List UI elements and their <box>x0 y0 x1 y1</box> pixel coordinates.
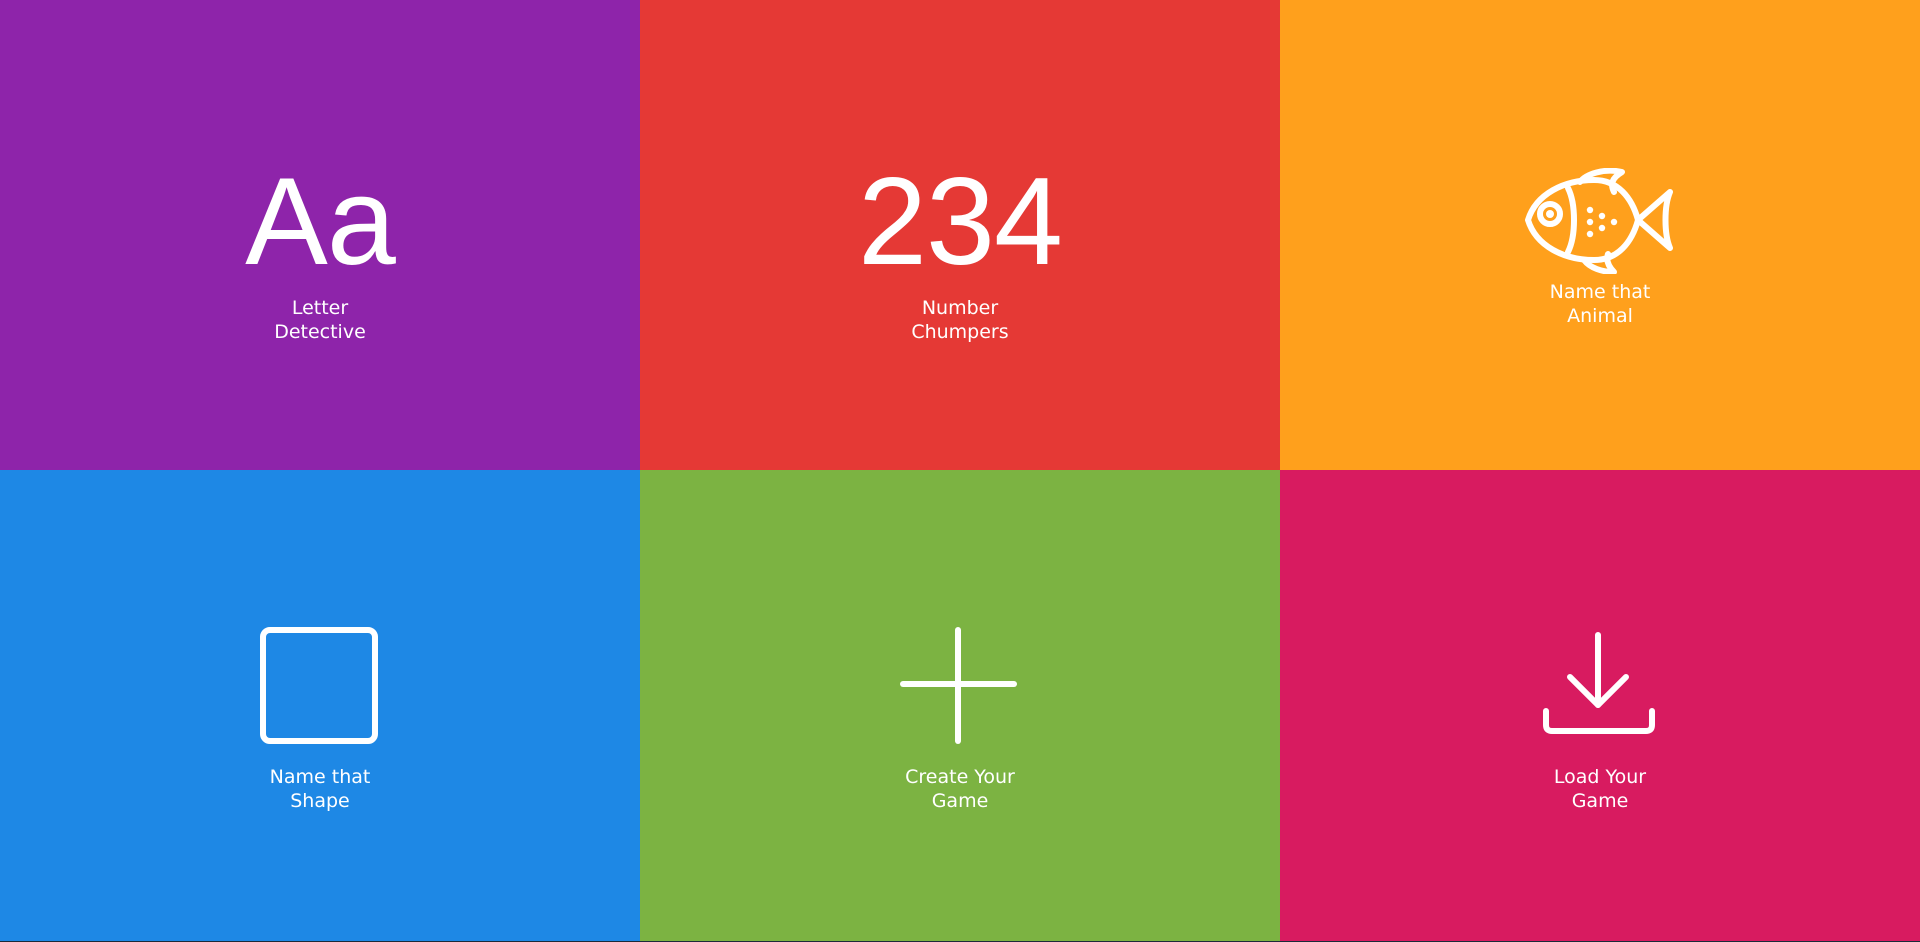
plus-icon <box>900 627 1020 745</box>
name-that-shape-label: Name that Shape <box>269 766 371 812</box>
load-your-game-label: Load Your Game <box>1553 766 1647 812</box>
name-that-animal-label: Name that Animal <box>1549 281 1651 327</box>
square-icon <box>260 627 380 745</box>
create-your-game-tile[interactable]: Create Your Game <box>640 470 1280 941</box>
number-glyph: 234 <box>858 153 1063 291</box>
letter-detective-label: Letter Detective <box>274 297 366 343</box>
name-that-animal-tile[interactable]: Name that Animal <box>1280 0 1920 470</box>
name-that-shape-tile[interactable]: Name that Shape <box>0 470 640 941</box>
letter-detective-tile[interactable]: Aa Letter Detective <box>0 0 640 470</box>
letter-glyph: Aa <box>245 153 396 291</box>
load-your-game-tile[interactable]: Load Your Game <box>1280 470 1920 941</box>
fish-icon <box>1524 168 1676 274</box>
download-icon <box>1540 627 1660 745</box>
create-your-game-label: Create Your Game <box>905 766 1015 812</box>
game-menu-grid: Aa Letter Detective 234 Number Chumpers <box>0 0 1920 941</box>
number-chumpers-tile[interactable]: 234 Number Chumpers <box>640 0 1280 470</box>
number-chumpers-label: Number Chumpers <box>911 297 1009 343</box>
